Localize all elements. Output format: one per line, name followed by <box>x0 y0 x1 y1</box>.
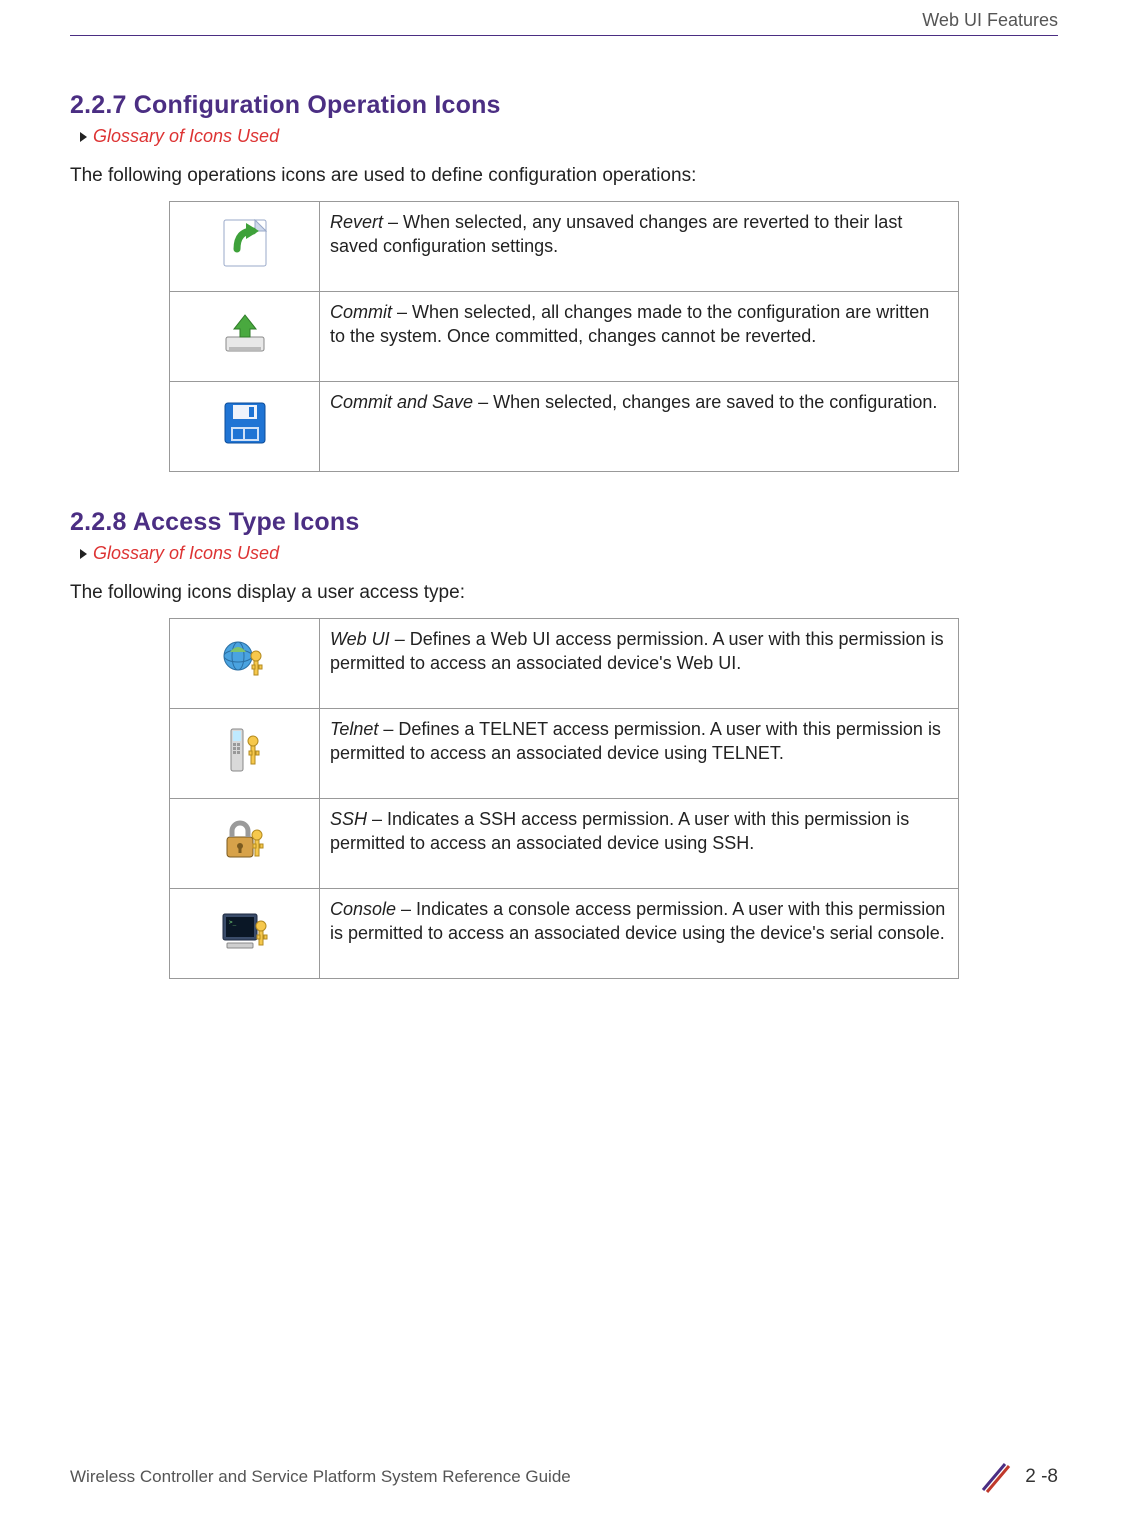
section-heading-227: 2.2.7 Configuration Operation Icons <box>70 91 1058 120</box>
icon-cell <box>170 292 320 382</box>
table-row: Web UI – Defines a Web UI access permiss… <box>170 619 959 709</box>
table-row: Commit – When selected, all changes made… <box>170 292 959 382</box>
icon-cell: >_ <box>170 889 320 979</box>
term: Telnet <box>330 719 378 739</box>
access-type-icons-table: Web UI – Defines a Web UI access permiss… <box>169 618 959 979</box>
icon-cell <box>170 709 320 799</box>
console-icon: >_ <box>221 910 269 950</box>
page-number: 2 -8 <box>1025 1466 1058 1488</box>
term: Revert <box>330 212 383 232</box>
desc-cell: Console – Indicates a console access per… <box>320 889 959 979</box>
desc-cell: Web UI – Defines a Web UI access permiss… <box>320 619 959 709</box>
page-footer: Wireless Controller and Service Platform… <box>0 1460 1128 1494</box>
ssh-icon <box>223 819 267 861</box>
table-row: >_ Console – Indicates a console access … <box>170 889 959 979</box>
table-row: SSH – Indicates a SSH access permission.… <box>170 799 959 889</box>
telnet-icon <box>225 727 265 773</box>
desc-text: – Indicates a SSH access permission. A u… <box>330 809 909 853</box>
desc-text: – When selected, changes are saved to th… <box>473 392 937 412</box>
header-rule <box>70 35 1058 36</box>
desc-text: – Defines a TELNET access permission. A … <box>330 719 941 763</box>
icon-cell <box>170 619 320 709</box>
term: Commit <box>330 302 392 322</box>
desc-cell: Revert – When selected, any unsaved chan… <box>320 202 959 292</box>
footer-slash-icon <box>977 1460 1011 1494</box>
breadcrumb-link-glossary[interactable]: Glossary of Icons Used <box>93 543 279 564</box>
svg-text:>_: >_ <box>229 919 237 926</box>
term: SSH <box>330 809 367 829</box>
desc-cell: Telnet – Defines a TELNET access permiss… <box>320 709 959 799</box>
breadcrumb-arrow-icon <box>80 132 87 142</box>
revert-icon <box>223 219 267 267</box>
breadcrumb-228: Glossary of Icons Used <box>80 543 1058 564</box>
web-ui-icon <box>222 640 268 680</box>
breadcrumb-link-glossary[interactable]: Glossary of Icons Used <box>93 126 279 147</box>
desc-text: – Indicates a console access permission.… <box>330 899 945 943</box>
intro-228: The following icons display a user acces… <box>70 582 1058 604</box>
breadcrumb-227: Glossary of Icons Used <box>80 126 1058 147</box>
icon-cell <box>170 382 320 472</box>
desc-cell: SSH – Indicates a SSH access permission.… <box>320 799 959 889</box>
breadcrumb-arrow-icon <box>80 549 87 559</box>
term: Commit and Save <box>330 392 473 412</box>
page: Web UI Features 2.2.7 Configuration Oper… <box>0 0 1128 1518</box>
desc-cell: Commit – When selected, all changes made… <box>320 292 959 382</box>
desc-text: – When selected, any unsaved changes are… <box>330 212 902 256</box>
icon-cell <box>170 799 320 889</box>
table-row: Revert – When selected, any unsaved chan… <box>170 202 959 292</box>
icon-cell <box>170 202 320 292</box>
desc-text: – Defines a Web UI access permission. A … <box>330 629 944 673</box>
desc-text: – When selected, all changes made to the… <box>330 302 929 346</box>
config-op-icons-table: Revert – When selected, any unsaved chan… <box>169 201 959 472</box>
commit-icon <box>222 311 268 355</box>
footer-doc-title: Wireless Controller and Service Platform… <box>70 1467 571 1487</box>
table-row: Telnet – Defines a TELNET access permiss… <box>170 709 959 799</box>
intro-227: The following operations icons are used … <box>70 165 1058 187</box>
commit-save-icon <box>223 401 267 445</box>
desc-cell: Commit and Save – When selected, changes… <box>320 382 959 472</box>
table-row: Commit and Save – When selected, changes… <box>170 382 959 472</box>
section-heading-228: 2.2.8 Access Type Icons <box>70 508 1058 537</box>
term: Web UI <box>330 629 390 649</box>
term: Console <box>330 899 396 919</box>
running-header: Web UI Features <box>70 0 1058 35</box>
